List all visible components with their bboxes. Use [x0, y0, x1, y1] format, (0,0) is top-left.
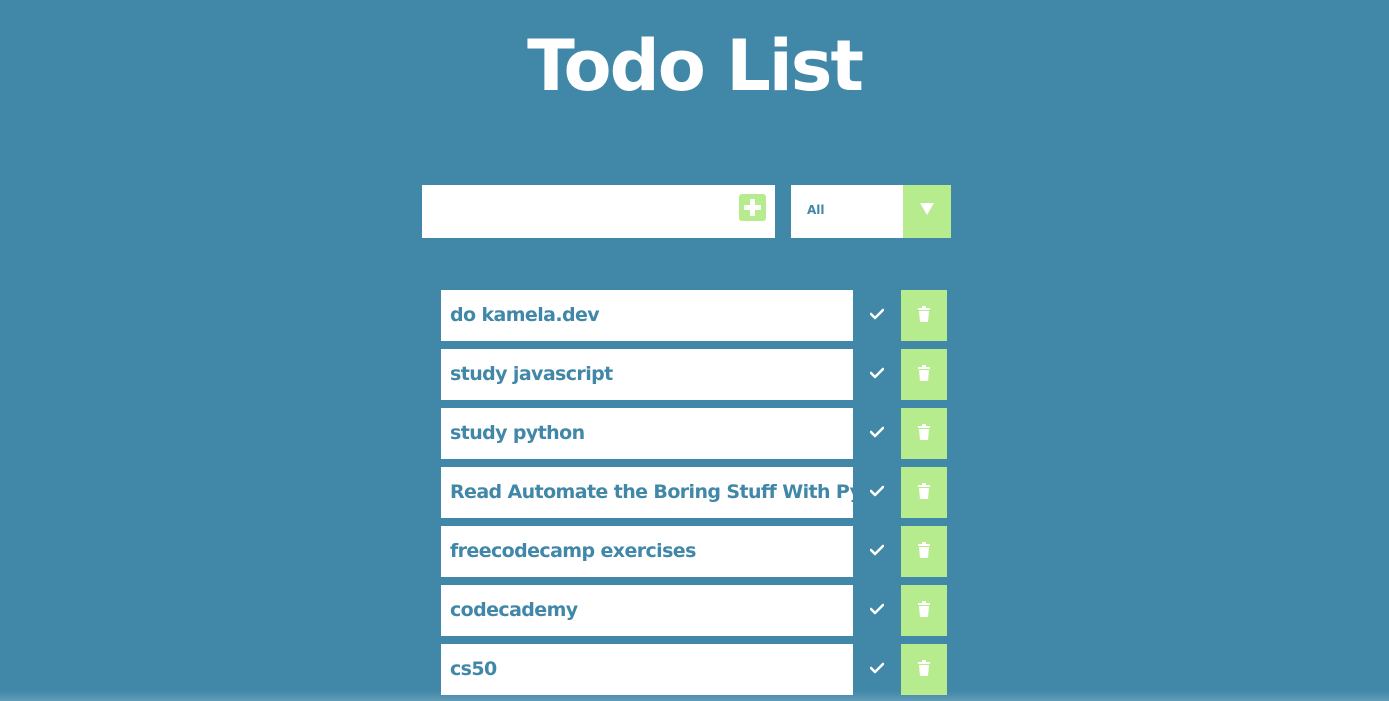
delete-button[interactable]: [901, 644, 947, 695]
todo-item: codecademy: [441, 585, 947, 636]
complete-button[interactable]: [853, 644, 901, 695]
delete-button[interactable]: [901, 467, 947, 518]
check-icon: [870, 485, 884, 497]
todo-item: do kamela.dev: [441, 290, 947, 341]
todo-input[interactable]: [422, 185, 730, 238]
delete-button[interactable]: [901, 408, 947, 459]
complete-button[interactable]: [853, 349, 901, 400]
todo-item: study javascript: [441, 349, 947, 400]
todo-item: study python: [441, 408, 947, 459]
complete-button[interactable]: [853, 290, 901, 341]
add-todo-form: [422, 185, 775, 238]
add-todo-button[interactable]: [731, 185, 775, 238]
todo-item: freecodecamp exercises: [441, 526, 947, 577]
todo-text: codecademy: [441, 585, 853, 636]
trash-icon: [918, 601, 930, 617]
check-icon: [870, 426, 884, 438]
check-icon: [870, 367, 884, 379]
complete-button[interactable]: [853, 467, 901, 518]
todo-text: do kamela.dev: [441, 290, 853, 341]
todo-text: study javascript: [441, 349, 853, 400]
delete-button[interactable]: [901, 585, 947, 636]
complete-button[interactable]: [853, 585, 901, 636]
check-icon: [870, 308, 884, 320]
trash-icon: [918, 483, 930, 499]
trash-icon: [918, 424, 930, 440]
trash-icon: [918, 542, 930, 558]
todo-list: do kamela.dev study javascript study pyt…: [441, 290, 947, 701]
plus-square-icon: [739, 194, 766, 221]
trash-icon: [918, 365, 930, 381]
todo-app-page: Todo List All do kamela.dev study javasc…: [0, 0, 1389, 701]
page-title: Todo List: [527, 25, 864, 107]
todo-text: cs50: [441, 644, 853, 695]
check-icon: [870, 662, 884, 674]
todo-item: Read Automate the Boring Stuff With Pyth…: [441, 467, 947, 518]
trash-icon: [918, 660, 930, 676]
todo-text: freecodecamp exercises: [441, 526, 853, 577]
todo-item: cs50: [441, 644, 947, 695]
trash-icon: [918, 306, 930, 322]
filter-selected-value: All: [807, 203, 825, 217]
complete-button[interactable]: [853, 408, 901, 459]
bottom-fade: [0, 691, 1389, 701]
check-icon: [870, 603, 884, 615]
triangle-down-icon: [920, 203, 934, 215]
complete-button[interactable]: [853, 526, 901, 577]
delete-button[interactable]: [901, 290, 947, 341]
todo-text: study python: [441, 408, 853, 459]
filter-select[interactable]: All: [791, 185, 951, 238]
todo-text: Read Automate the Boring Stuff With Pyth…: [441, 467, 853, 518]
delete-button[interactable]: [901, 526, 947, 577]
delete-button[interactable]: [901, 349, 947, 400]
check-icon: [870, 544, 884, 556]
filter-dropdown-button[interactable]: [903, 185, 951, 238]
